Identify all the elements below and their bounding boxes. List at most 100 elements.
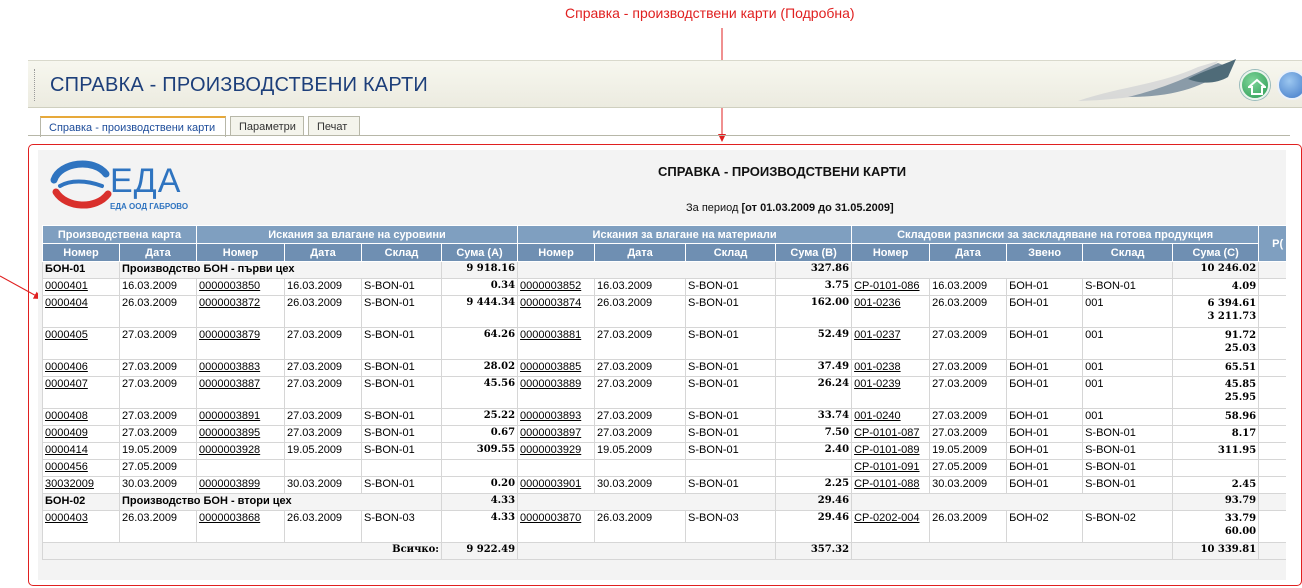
total-row: Всичко: 9 922.49 357.32 10 339.81	[42, 542, 1286, 560]
table-cell: 91.72 25.03	[1172, 327, 1260, 360]
document-link[interactable]: 0000456	[45, 461, 88, 473]
document-link[interactable]: 0000003887	[199, 378, 260, 390]
table-cell: 65.51	[1172, 359, 1260, 377]
table-cell: БОН-01	[1006, 327, 1084, 360]
table-cell: 26.03.2009	[929, 510, 1008, 543]
table-cell: 26.24	[775, 376, 853, 409]
group-row: БОН-01 Производство БОН - първи цех 9 918.…	[42, 261, 1286, 279]
document-link[interactable]: 0000003891	[199, 410, 260, 422]
document-link[interactable]: 30032009	[45, 478, 94, 490]
table-cell: 28.02	[440, 359, 519, 377]
table-cell	[1258, 278, 1286, 296]
document-link[interactable]: 0000409	[45, 427, 88, 439]
document-link[interactable]: CP-0202-004	[854, 512, 919, 524]
document-link[interactable]: 0000003893	[520, 410, 581, 422]
table-cell: 0000003879	[196, 327, 285, 360]
document-link[interactable]: 0000003899	[199, 478, 260, 490]
table-cell: S-BON-03	[685, 510, 777, 543]
group-cell	[1258, 261, 1286, 279]
table-cell: CP-0101-089	[851, 442, 931, 460]
table-cell: БОН-01	[1006, 278, 1084, 296]
document-link[interactable]: CP-0101-086	[854, 280, 919, 292]
document-link[interactable]: 0000003883	[199, 361, 260, 373]
column-header: Склад	[1082, 243, 1174, 262]
document-link[interactable]: 0000407	[45, 378, 88, 390]
group-cell: 9 918.16	[440, 261, 519, 279]
column-header: Звено	[1006, 243, 1084, 262]
table-row: 0000405 27.03.2009 0000003879 27.03.2009 S-B…	[42, 327, 1286, 360]
document-link[interactable]: 001-0238	[854, 361, 901, 373]
table-cell: 33.74	[775, 408, 853, 426]
document-link[interactable]: 0000003901	[520, 478, 581, 490]
table-cell	[517, 459, 596, 477]
table-cell: 0000456	[42, 459, 120, 477]
tab-parameters[interactable]: Параметри	[230, 116, 304, 136]
document-link[interactable]: 0000401	[45, 280, 88, 292]
table-cell: 001	[1082, 295, 1174, 328]
group-row: БОН-02 Производство БОН - втори цех 4.33 29…	[42, 493, 1286, 511]
table-cell: 001	[1082, 376, 1174, 409]
column-header: Номер	[517, 243, 596, 262]
document-link[interactable]: 0000003929	[520, 444, 581, 456]
table-cell	[1258, 459, 1286, 477]
table-cell	[1258, 510, 1286, 543]
table-cell: 27.03.2009	[119, 408, 197, 426]
tab-report[interactable]: Справка - производствени карти	[40, 116, 226, 137]
period-prefix: За период	[686, 202, 739, 214]
table-cell: 58.96	[1172, 408, 1260, 426]
document-link[interactable]: 0000003879	[199, 329, 260, 341]
document-link[interactable]: 0000404	[45, 297, 88, 309]
document-link[interactable]: 001-0236	[854, 297, 901, 309]
sum-c-value-2: 3 211.73	[1207, 311, 1257, 322]
document-link[interactable]: 0000003928	[199, 444, 260, 456]
document-link[interactable]: 0000414	[45, 444, 88, 456]
annotation-caption: Справка - производствени карти (Подробна…	[565, 5, 855, 21]
table-cell: БОН-01	[1006, 476, 1084, 494]
document-link[interactable]: 0000003852	[520, 280, 581, 292]
document-link[interactable]: 0000003874	[520, 297, 581, 309]
document-link[interactable]: 001-0239	[854, 378, 901, 390]
document-link[interactable]: 0000003870	[520, 512, 581, 524]
table-cell: 37.49	[775, 359, 853, 377]
sum-c-value: 65.51	[1224, 362, 1257, 373]
document-link[interactable]: CP-0101-089	[854, 444, 919, 456]
document-link[interactable]: 0000003889	[520, 378, 581, 390]
table-cell: 7.50	[775, 425, 853, 443]
document-link[interactable]: CP-0101-087	[854, 427, 919, 439]
table-row: 0000408 27.03.2009 0000003891 27.03.2009 S-B…	[42, 408, 1286, 426]
document-link[interactable]: 0000406	[45, 361, 88, 373]
document-link[interactable]: 001-0237	[854, 329, 901, 341]
document-link[interactable]: 0000003885	[520, 361, 581, 373]
logo-subtitle: ЕДА ООД ГАБРОВО	[110, 202, 189, 211]
table-cell: S-BON-01	[685, 278, 777, 296]
table-cell: 27.03.2009	[594, 359, 687, 377]
document-link[interactable]: 0000003897	[520, 427, 581, 439]
table-cell: S-BON-01	[1082, 476, 1174, 494]
table-cell	[1258, 359, 1286, 377]
document-link[interactable]: 0000003895	[199, 427, 260, 439]
table-cell: 0000003893	[517, 408, 596, 426]
table-cell: S-BON-01	[685, 327, 777, 360]
table-cell: 19.05.2009	[119, 442, 197, 460]
table-cell: 27.03.2009	[284, 327, 362, 360]
table-cell: 311.95	[1172, 442, 1260, 460]
document-link[interactable]: 0000003881	[520, 329, 581, 341]
document-link[interactable]: 001-0240	[854, 410, 901, 422]
group-cell: Производство БОН - втори цех	[119, 493, 442, 511]
document-link[interactable]: 0000408	[45, 410, 88, 422]
document-link[interactable]: CP-0101-091	[854, 461, 919, 473]
document-link[interactable]: 0000003868	[199, 512, 260, 524]
column-header: Сума (А)	[440, 243, 519, 262]
document-link[interactable]: CP-0101-088	[854, 478, 919, 490]
document-link[interactable]: 0000003872	[199, 297, 260, 309]
table-cell: S-BON-01	[361, 278, 442, 296]
sum-c-value-2: 25.95	[1224, 392, 1257, 403]
tab-print[interactable]: Печат	[308, 116, 360, 136]
home-button[interactable]	[1240, 70, 1270, 100]
document-link[interactable]: 0000003850	[199, 280, 260, 292]
sum-c-value: 33.79	[1224, 513, 1257, 524]
table-cell	[1258, 442, 1286, 460]
help-button[interactable]	[1277, 70, 1302, 100]
document-link[interactable]: 0000405	[45, 329, 88, 341]
document-link[interactable]: 0000403	[45, 512, 88, 524]
